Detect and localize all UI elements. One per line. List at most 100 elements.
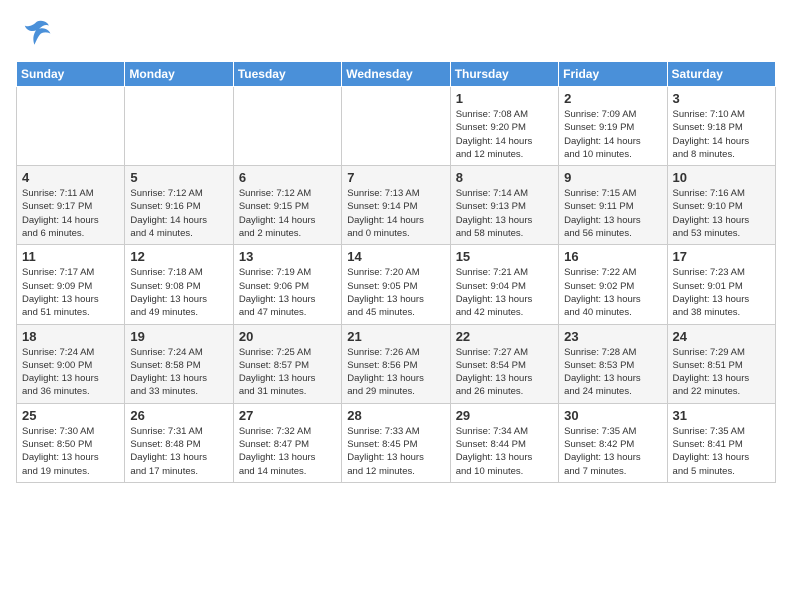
day-detail: Sunrise: 7:33 AM Sunset: 8:45 PM Dayligh… [347, 425, 444, 478]
calendar-cell: 3 Sunrise: 7:10 AM Sunset: 9:18 PM Daylig… [667, 87, 775, 166]
calendar-cell: 2Sunrise: 7:09 AM Sunset: 9:19 PM Daylig… [559, 87, 667, 166]
day-number: 15 [456, 249, 553, 264]
day-detail: Sunrise: 7:23 AM Sunset: 9:01 PM Dayligh… [673, 266, 770, 319]
day-number: 22 [456, 329, 553, 344]
day-number: 3 [673, 91, 770, 106]
logo [16, 16, 52, 53]
day-detail: Sunrise: 7:10 AM Sunset: 9:18 PM Dayligh… [673, 108, 770, 161]
calendar-cell [125, 87, 233, 166]
day-detail: Sunrise: 7:28 AM Sunset: 8:53 PM Dayligh… [564, 346, 661, 399]
calendar-cell: 13 Sunrise: 7:19 AM Sunset: 9:06 PM Dayli… [233, 245, 341, 324]
day-detail: Sunrise: 7:19 AM Sunset: 9:06 PM Dayligh… [239, 266, 336, 319]
day-detail: Sunrise: 7:14 AM Sunset: 9:13 PM Dayligh… [456, 187, 553, 240]
calendar-cell: 22Sunrise: 7:27 AM Sunset: 8:54 PM Dayli… [450, 324, 558, 403]
day-detail: Sunrise: 7:26 AM Sunset: 8:56 PM Dayligh… [347, 346, 444, 399]
day-detail: Sunrise: 7:25 AM Sunset: 8:57 PM Dayligh… [239, 346, 336, 399]
day-number: 28 [347, 408, 444, 423]
day-number: 10 [673, 170, 770, 185]
calendar-cell [342, 87, 450, 166]
day-detail: Sunrise: 7:15 AM Sunset: 9:11 PM Dayligh… [564, 187, 661, 240]
calendar-cell: 4 Sunrise: 7:11 AM Sunset: 9:17 PM Daylig… [17, 166, 125, 245]
day-number: 21 [347, 329, 444, 344]
day-number: 5 [130, 170, 227, 185]
day-number: 30 [564, 408, 661, 423]
day-detail: Sunrise: 7:24 AM Sunset: 8:58 PM Dayligh… [130, 346, 227, 399]
calendar-cell: 21 Sunrise: 7:26 AM Sunset: 8:56 PM Dayli… [342, 324, 450, 403]
calendar-header: SundayMondayTuesdayWednesdayThursdayFrid… [17, 62, 776, 87]
day-detail: Sunrise: 7:20 AM Sunset: 9:05 PM Dayligh… [347, 266, 444, 319]
day-detail: Sunrise: 7:35 AM Sunset: 8:41 PM Dayligh… [673, 425, 770, 478]
calendar-cell: 27Sunrise: 7:32 AM Sunset: 8:47 PM Dayli… [233, 403, 341, 482]
calendar-cell: 24 Sunrise: 7:29 AM Sunset: 8:51 PM Dayli… [667, 324, 775, 403]
calendar-cell: 20 Sunrise: 7:25 AM Sunset: 8:57 PM Dayli… [233, 324, 341, 403]
calendar-cell: 15Sunrise: 7:21 AM Sunset: 9:04 PM Dayli… [450, 245, 558, 324]
calendar-cell: 16 Sunrise: 7:22 AM Sunset: 9:02 PM Dayli… [559, 245, 667, 324]
calendar-cell: 25 Sunrise: 7:30 AM Sunset: 8:50 PM Dayli… [17, 403, 125, 482]
day-number: 2 [564, 91, 661, 106]
calendar-cell: 30 Sunrise: 7:35 AM Sunset: 8:42 PM Dayli… [559, 403, 667, 482]
weekday-header: Friday [559, 62, 667, 87]
day-number: 25 [22, 408, 119, 423]
day-number: 18 [22, 329, 119, 344]
day-number: 24 [673, 329, 770, 344]
calendar-cell: 23Sunrise: 7:28 AM Sunset: 8:53 PM Dayli… [559, 324, 667, 403]
day-detail: Sunrise: 7:12 AM Sunset: 9:16 PM Dayligh… [130, 187, 227, 240]
calendar-cell [17, 87, 125, 166]
day-number: 7 [347, 170, 444, 185]
weekday-header: Saturday [667, 62, 775, 87]
day-number: 29 [456, 408, 553, 423]
calendar-week-row: 11 Sunrise: 7:17 AM Sunset: 9:09 PM Dayli… [17, 245, 776, 324]
day-detail: Sunrise: 7:30 AM Sunset: 8:50 PM Dayligh… [22, 425, 119, 478]
day-detail: Sunrise: 7:16 AM Sunset: 9:10 PM Dayligh… [673, 187, 770, 240]
weekday-header: Thursday [450, 62, 558, 87]
day-detail: Sunrise: 7:24 AM Sunset: 9:00 PM Dayligh… [22, 346, 119, 399]
day-number: 16 [564, 249, 661, 264]
calendar-cell: 1 Sunrise: 7:08 AM Sunset: 9:20 PM Daylig… [450, 87, 558, 166]
day-detail: Sunrise: 7:29 AM Sunset: 8:51 PM Dayligh… [673, 346, 770, 399]
day-detail: Sunrise: 7:12 AM Sunset: 9:15 PM Dayligh… [239, 187, 336, 240]
day-detail: Sunrise: 7:35 AM Sunset: 8:42 PM Dayligh… [564, 425, 661, 478]
day-number: 13 [239, 249, 336, 264]
calendar-cell: 14 Sunrise: 7:20 AM Sunset: 9:05 PM Dayli… [342, 245, 450, 324]
day-number: 19 [130, 329, 227, 344]
calendar-cell: 19 Sunrise: 7:24 AM Sunset: 8:58 PM Dayli… [125, 324, 233, 403]
page-header [16, 16, 776, 53]
day-detail: Sunrise: 7:31 AM Sunset: 8:48 PM Dayligh… [130, 425, 227, 478]
day-number: 27 [239, 408, 336, 423]
calendar-cell: 10 Sunrise: 7:16 AM Sunset: 9:10 PM Dayli… [667, 166, 775, 245]
calendar-table: SundayMondayTuesdayWednesdayThursdayFrid… [16, 61, 776, 483]
weekday-header: Wednesday [342, 62, 450, 87]
weekday-header: Sunday [17, 62, 125, 87]
day-detail: Sunrise: 7:11 AM Sunset: 9:17 PM Dayligh… [22, 187, 119, 240]
day-detail: Sunrise: 7:22 AM Sunset: 9:02 PM Dayligh… [564, 266, 661, 319]
logo-bird-icon [20, 16, 52, 53]
calendar-cell: 5 Sunrise: 7:12 AM Sunset: 9:16 PM Daylig… [125, 166, 233, 245]
calendar-cell: 31 Sunrise: 7:35 AM Sunset: 8:41 PM Dayli… [667, 403, 775, 482]
day-detail: Sunrise: 7:08 AM Sunset: 9:20 PM Dayligh… [456, 108, 553, 161]
day-detail: Sunrise: 7:17 AM Sunset: 9:09 PM Dayligh… [22, 266, 119, 319]
day-number: 20 [239, 329, 336, 344]
calendar-cell: 6 Sunrise: 7:12 AM Sunset: 9:15 PM Daylig… [233, 166, 341, 245]
day-number: 11 [22, 249, 119, 264]
weekday-header: Monday [125, 62, 233, 87]
calendar-week-row: 18 Sunrise: 7:24 AM Sunset: 9:00 PM Dayli… [17, 324, 776, 403]
calendar-cell [233, 87, 341, 166]
day-number: 4 [22, 170, 119, 185]
day-number: 8 [456, 170, 553, 185]
day-detail: Sunrise: 7:34 AM Sunset: 8:44 PM Dayligh… [456, 425, 553, 478]
calendar-cell: 17 Sunrise: 7:23 AM Sunset: 9:01 PM Dayli… [667, 245, 775, 324]
calendar-cell: 7 Sunrise: 7:13 AM Sunset: 9:14 PM Daylig… [342, 166, 450, 245]
day-number: 26 [130, 408, 227, 423]
day-number: 6 [239, 170, 336, 185]
day-number: 12 [130, 249, 227, 264]
day-number: 1 [456, 91, 553, 106]
day-detail: Sunrise: 7:13 AM Sunset: 9:14 PM Dayligh… [347, 187, 444, 240]
day-number: 14 [347, 249, 444, 264]
calendar-cell: 9 Sunrise: 7:15 AM Sunset: 9:11 PM Daylig… [559, 166, 667, 245]
day-number: 9 [564, 170, 661, 185]
day-detail: Sunrise: 7:18 AM Sunset: 9:08 PM Dayligh… [130, 266, 227, 319]
calendar-cell: 29 Sunrise: 7:34 AM Sunset: 8:44 PM Dayli… [450, 403, 558, 482]
day-number: 17 [673, 249, 770, 264]
calendar-cell: 18 Sunrise: 7:24 AM Sunset: 9:00 PM Dayli… [17, 324, 125, 403]
day-number: 31 [673, 408, 770, 423]
